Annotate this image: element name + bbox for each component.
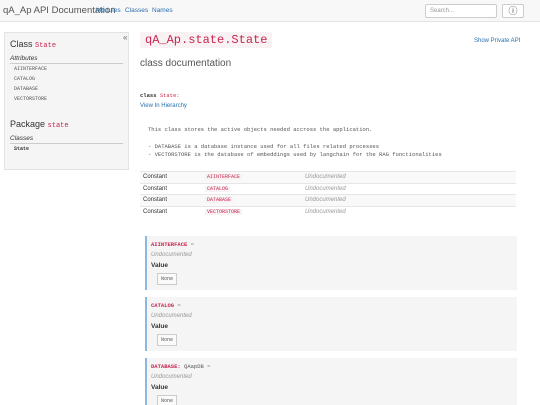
attribute-detail-catalog: CATALOG = Undocumented Value None <box>145 297 517 351</box>
attribute-name: CATALOG = <box>151 302 181 309</box>
page-title: qA_Ap.state.State <box>140 32 273 48</box>
constant-name-link[interactable]: VECTORSTORE <box>205 209 243 215</box>
attribute-doc: Undocumented <box>151 252 192 258</box>
constant-doc: Undocumented <box>302 171 516 183</box>
constant-name-link[interactable]: DATABASE <box>205 197 234 204</box>
page-subtitle: class documentation <box>140 58 232 69</box>
attribute-value: None <box>157 395 178 405</box>
attribute-value-label: Value <box>151 323 168 330</box>
attribute-value-label: Value <box>151 384 168 391</box>
view-in-hierarchy-link[interactable]: View In Hierarchy <box>140 103 187 109</box>
constant-name-link[interactable]: AIINTERFACE <box>205 174 243 181</box>
nav-link-names[interactable]: Names <box>152 7 173 14</box>
search-input[interactable]: Search... <box>425 4 497 18</box>
docstring-line: - DATABASE is a database instance used f… <box>148 143 380 150</box>
constant-kind: Constant <box>140 205 202 218</box>
constant-kind: Constant <box>140 182 202 195</box>
attribute-value-label: Value <box>151 262 168 269</box>
sidebar-item-catalog[interactable]: CATALOG <box>14 76 35 82</box>
attribute-doc: Undocumented <box>151 313 192 319</box>
attribute-value: None <box>157 273 178 285</box>
docstring-line: This class stores the active objects nee… <box>148 126 373 133</box>
sidebar-item-database[interactable]: DATABASE <box>14 86 38 92</box>
sidebar-class-title: Class State <box>10 39 57 50</box>
constant-doc: Undocumented <box>302 194 516 206</box>
attribute-detail-aiinterface: AIINTERFACE = Undocumented Value None <box>145 236 517 290</box>
info-button[interactable]: ⓘ <box>502 4 524 18</box>
table-row: Constant DATABASE Undocumented <box>140 194 516 206</box>
sidebar-package-name[interactable]: state <box>48 122 69 130</box>
sidebar-classes-heading: Classes <box>10 135 123 144</box>
attribute-doc: Undocumented <box>151 374 192 380</box>
table-row: Constant VECTORSTORE Undocumented <box>140 205 516 218</box>
nav-link-classes[interactable]: Classes <box>125 7 148 14</box>
table-row: Constant CATALOG Undocumented <box>140 182 516 195</box>
attribute-name: DATABASE: QAapDB = <box>151 363 211 370</box>
constant-doc: Undocumented <box>302 205 516 218</box>
info-circle-icon: ⓘ <box>508 6 518 16</box>
sidebar-collapse-button[interactable]: « <box>123 33 127 42</box>
attribute-name: AIINTERFACE = <box>151 241 194 248</box>
constant-doc: Undocumented <box>302 182 516 195</box>
sidebar-package-title: Package state <box>10 119 69 130</box>
constants-table: Constant AIINTERFACE Undocumented Consta… <box>140 171 516 218</box>
table-row: Constant AIINTERFACE Undocumented <box>140 171 516 183</box>
sidebar-item-state[interactable]: State <box>14 146 29 152</box>
attribute-detail-database: DATABASE: QAapDB = Undocumented Value No… <box>145 358 517 405</box>
class-declaration: class State: <box>140 92 180 99</box>
sidebar: Class State Attributes AIINTERFACE CATAL… <box>4 32 129 170</box>
sidebar-item-aiinterface[interactable]: AIINTERFACE <box>14 66 47 72</box>
sidebar-class-name[interactable]: State <box>35 42 56 50</box>
sidebar-attributes-heading: Attributes <box>10 55 123 64</box>
constant-kind: Constant <box>140 171 202 183</box>
constant-name-link[interactable]: CATALOG <box>205 185 231 192</box>
attribute-value: None <box>157 334 178 346</box>
docstring-line: - VECTORSTORE is the database of embeddi… <box>148 151 442 158</box>
show-private-api-link[interactable]: Show Private API <box>474 38 520 44</box>
top-navbar: qA_Ap API Documentation Modules Classes … <box>0 0 540 22</box>
constant-kind: Constant <box>140 194 202 206</box>
sidebar-item-vectorstore[interactable]: VECTORSTORE <box>14 96 47 102</box>
nav-link-modules[interactable]: Modules <box>96 7 121 14</box>
